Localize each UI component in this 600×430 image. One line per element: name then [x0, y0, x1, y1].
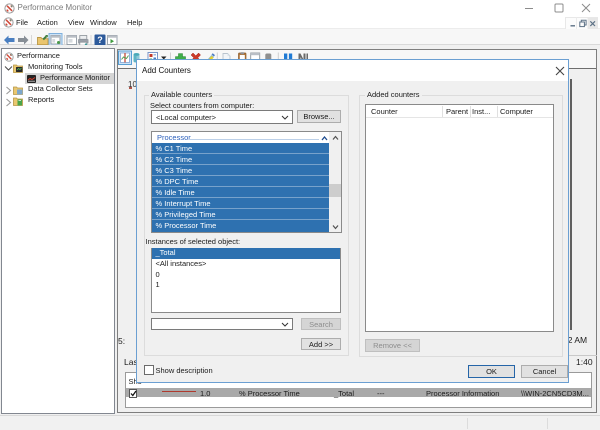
svg-text:?: ?	[97, 35, 103, 45]
